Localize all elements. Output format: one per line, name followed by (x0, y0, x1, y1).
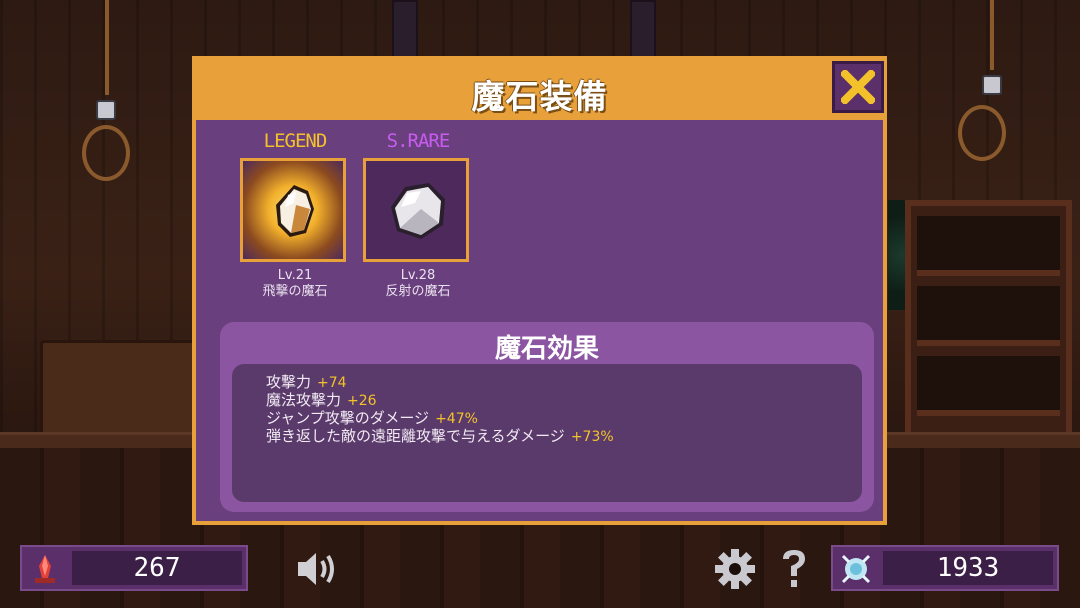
hanging-rope (105, 0, 109, 95)
effect-panel-title: 魔石効果 (494, 334, 599, 364)
effect-label: 攻撃力 (266, 373, 312, 391)
background-workbench (40, 340, 196, 436)
background-pillar (630, 0, 656, 64)
close-button[interactable] (832, 61, 884, 113)
question-icon[interactable] (778, 547, 810, 591)
effect-label: ジャンプ攻撃のダメージ (266, 409, 430, 427)
stone-slot-srare: S.RARE Lv.28 反射の魔石 (363, 130, 473, 300)
rope-noose (82, 125, 130, 181)
effect-list: 攻撃力 +74 魔法攻撃力 +26 ジャンプ攻撃のダメージ +47% 弾き返した敵の遠… (232, 364, 862, 502)
effect-value: +74 (317, 375, 347, 391)
effect-row: 攻撃力 +74 (266, 374, 862, 392)
soul-orb-icon (841, 554, 871, 584)
stone-level: Lv.21 (277, 268, 313, 283)
equipped-stone-button[interactable] (240, 158, 346, 262)
background-pillar (392, 0, 418, 64)
effect-value: +73% (570, 429, 614, 445)
rarity-label: LEGEND (263, 130, 328, 152)
stone-slot-legend: LEGEND Lv.21 飛撃の魔石 (240, 130, 350, 300)
red-crystal-count: 267 (72, 551, 242, 585)
white-gem-icon (391, 183, 445, 239)
effect-value: +47% (435, 411, 478, 427)
soul-orb-count: 1933 (883, 551, 1053, 585)
gear-icon[interactable] (713, 547, 757, 591)
effect-row: ジャンプ攻撃のダメージ +47% (266, 410, 862, 428)
soul-orb-counter: 1933 (831, 545, 1059, 591)
effect-label: 弾き返した敵の遠距離攻撃で与えるダメージ (266, 427, 565, 445)
hanging-lamp (982, 75, 1002, 95)
stone-name: 飛撃の魔石 (262, 284, 328, 299)
dialog-title: 魔石装備 (471, 77, 608, 116)
equipped-stone-button[interactable] (363, 158, 469, 262)
stone-name: 反射の魔石 (385, 284, 451, 299)
hanging-rope (990, 0, 994, 70)
effect-row: 魔法攻撃力 +26 (266, 392, 862, 410)
effect-value: +26 (347, 393, 377, 409)
red-crystal-icon (35, 555, 55, 583)
rope-noose (958, 105, 1006, 161)
magic-stone-equip-dialog: 魔石装備 LEGEND Lv.21 飛撃の魔石 S.RARE Lv.28 反射の… (192, 56, 887, 525)
effect-label: 魔法攻撃力 (266, 391, 342, 409)
stone-level: Lv.28 (400, 268, 436, 283)
background-bookshelf (905, 200, 1072, 442)
stone-effect-panel: 魔石効果 攻撃力 +74 魔法攻撃力 +26 ジャンプ攻撃のダメージ +47% 弾き返… (220, 322, 874, 512)
rarity-label: S.RARE (386, 130, 451, 152)
legend-gem-icon (276, 185, 314, 237)
hanging-lamp (96, 100, 116, 120)
effect-row: 弾き返した敵の遠距離攻撃で与えるダメージ +73% (266, 428, 862, 446)
dialog-header: 魔石装備 (196, 60, 884, 120)
close-x-icon (841, 70, 875, 104)
red-crystal-counter: 267 (20, 545, 248, 591)
speaker-icon[interactable] (294, 549, 340, 589)
